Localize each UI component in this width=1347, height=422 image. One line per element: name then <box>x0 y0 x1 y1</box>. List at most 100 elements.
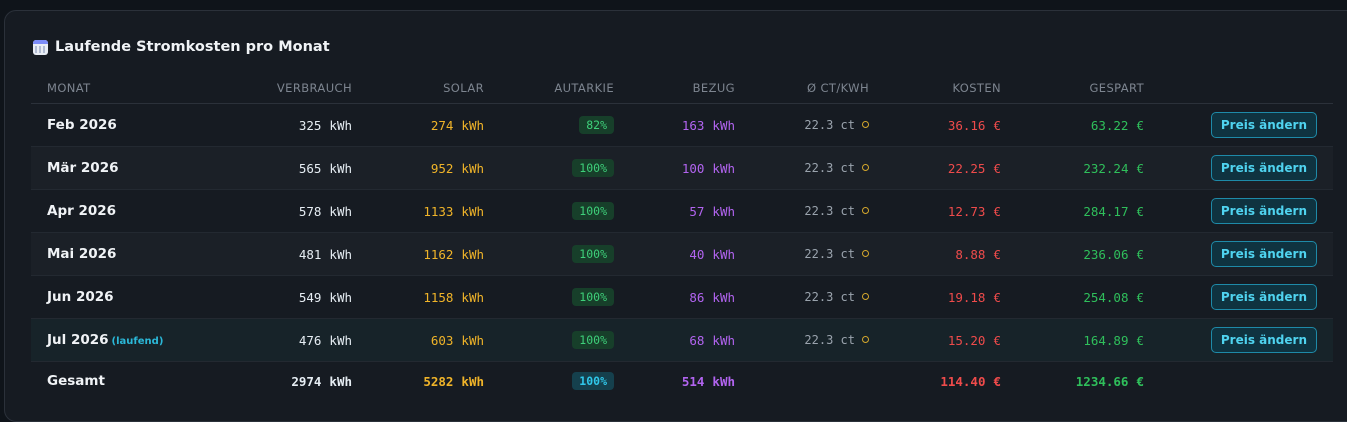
total-row: Gesamt 2974 kWh 5282 kWh 100% 514 kWh 114.4… <box>31 361 1333 400</box>
autarkie-cell: 100% <box>500 232 630 276</box>
change-price-button[interactable]: Preis ändern <box>1210 284 1317 310</box>
autarkie-cell: 100% <box>500 146 630 190</box>
actions-cell: Preis ändern <box>1160 189 1333 233</box>
total-autarkie: 100% <box>500 361 630 400</box>
autarkie-cell: 100% <box>500 189 630 233</box>
verbrauch-cell: 565 kWh <box>224 146 368 190</box>
col-header-verbrauch: VERBRAUCH <box>224 73 368 104</box>
gespart-cell: 164.89 € <box>1017 318 1160 362</box>
solar-cell: 1162 kWh <box>368 232 500 276</box>
kosten-cell: 22.25 € <box>885 146 1017 190</box>
total-verbrauch: 2974 kWh <box>224 361 368 400</box>
col-header-actions <box>1160 73 1333 104</box>
total-bezug: 514 kWh <box>630 361 751 400</box>
kosten-cell: 15.20 € <box>885 318 1017 362</box>
table-row: Apr 2026 578 kWh 1133 kWh 100% 57 kWh 22.3 ct 12.… <box>31 189 1333 233</box>
gespart-cell: 236.06 € <box>1017 232 1160 276</box>
bezug-cell: 86 kWh <box>630 275 751 319</box>
solar-cell: 1158 kWh <box>368 275 500 319</box>
autarkie-badge: 100% <box>572 288 614 306</box>
col-header-kosten: KOSTEN <box>885 73 1017 104</box>
solar-cell: 1133 kWh <box>368 189 500 233</box>
bezug-cell: 100 kWh <box>630 146 751 190</box>
autarkie-badge: 100% <box>572 202 614 220</box>
kosten-cell: 12.73 € <box>885 189 1017 233</box>
month-label: Jun 2026 <box>47 289 114 305</box>
change-price-button[interactable]: Preis ändern <box>1210 198 1317 224</box>
month-cell: Mär 2026 <box>31 146 224 190</box>
col-header-monat: MONAT <box>31 73 224 104</box>
month-label: Mai 2026 <box>47 246 117 262</box>
total-kosten: 114.40 € <box>885 361 1017 400</box>
change-price-button[interactable]: Preis ändern <box>1210 327 1317 353</box>
ct-kwh-cell: 22.3 ct <box>751 275 885 319</box>
month-cell: Mai 2026 <box>31 232 224 276</box>
col-header-gespart: GESPART <box>1017 73 1160 104</box>
total-solar: 5282 kWh <box>368 361 500 400</box>
kosten-cell: 36.16 € <box>885 103 1017 147</box>
table-row: Feb 2026 325 kWh 274 kWh 82% 163 kWh 22.3 ct 36.1… <box>31 103 1333 147</box>
actions-cell: Preis ändern <box>1160 232 1333 276</box>
price-indicator-icon <box>862 336 869 343</box>
autarkie-badge: 100% <box>572 159 614 177</box>
price-indicator-icon <box>862 207 869 214</box>
total-actions <box>1160 361 1333 400</box>
month-label: Feb 2026 <box>47 117 117 133</box>
total-label: Gesamt <box>31 361 224 400</box>
actions-cell: Preis ändern <box>1160 275 1333 319</box>
actions-cell: Preis ändern <box>1160 146 1333 190</box>
verbrauch-cell: 481 kWh <box>224 232 368 276</box>
actions-cell: Preis ändern <box>1160 103 1333 147</box>
gespart-cell: 232.24 € <box>1017 146 1160 190</box>
verbrauch-cell: 476 kWh <box>224 318 368 362</box>
solar-cell: 603 kWh <box>368 318 500 362</box>
gespart-cell: 284.17 € <box>1017 189 1160 233</box>
autarkie-cell: 82% <box>500 103 630 147</box>
col-header-bezug: BEZUG <box>630 73 751 104</box>
autarkie-badge: 100% <box>572 372 614 390</box>
panel-title-text: Laufende Stromkosten pro Monat <box>55 39 330 55</box>
table-row: Mär 2026 565 kWh 952 kWh 100% 100 kWh 22.3 ct 22.… <box>31 146 1333 190</box>
total-ct-kwh <box>751 361 885 400</box>
calendar-icon <box>33 39 48 55</box>
col-header-autarkie: AUTARKIE <box>500 73 630 104</box>
table-row: Jun 2026 549 kWh 1158 kWh 100% 86 kWh 22.3 ct 19.… <box>31 275 1333 319</box>
month-label: Apr 2026 <box>47 203 117 219</box>
table-row: Mai 2026 481 kWh 1162 kWh 100% 40 kWh 22.3 ct 8.8… <box>31 232 1333 276</box>
month-cell: Feb 2026 <box>31 103 224 147</box>
ct-kwh-cell: 22.3 ct <box>751 318 885 362</box>
total-gespart: 1234.66 € <box>1017 361 1160 400</box>
panel-title: Laufende Stromkosten pro Monat <box>33 37 330 57</box>
gespart-cell: 254.08 € <box>1017 275 1160 319</box>
price-indicator-icon <box>862 293 869 300</box>
table-row: Jul 2026 (laufend) 476 kWh 603 kWh 100% 68 kWh 22… <box>31 318 1333 362</box>
month-cell: Jul 2026 (laufend) <box>31 318 224 362</box>
bezug-cell: 40 kWh <box>630 232 751 276</box>
month-cell: Jun 2026 <box>31 275 224 319</box>
autarkie-badge: 82% <box>579 116 614 134</box>
change-price-button[interactable]: Preis ändern <box>1210 112 1317 138</box>
autarkie-cell: 100% <box>500 275 630 319</box>
price-indicator-icon <box>862 121 869 128</box>
autarkie-badge: 100% <box>572 245 614 263</box>
gespart-cell: 63.22 € <box>1017 103 1160 147</box>
kosten-cell: 19.18 € <box>885 275 1017 319</box>
ct-kwh-cell: 22.3 ct <box>751 146 885 190</box>
actions-cell: Preis ändern <box>1160 318 1333 362</box>
verbrauch-cell: 325 kWh <box>224 103 368 147</box>
ct-kwh-cell: 22.3 ct <box>751 103 885 147</box>
ct-kwh-cell: 22.3 ct <box>751 189 885 233</box>
price-indicator-icon <box>862 164 869 171</box>
change-price-button[interactable]: Preis ändern <box>1210 155 1317 181</box>
month-cell: Apr 2026 <box>31 189 224 233</box>
bezug-cell: 68 kWh <box>630 318 751 362</box>
autarkie-cell: 100% <box>500 318 630 362</box>
table-header-row: MONAT VERBRAUCH SOLAR AUTARKIE BEZUG Ø C… <box>31 73 1333 104</box>
change-price-button[interactable]: Preis ändern <box>1210 241 1317 267</box>
month-label: Mär 2026 <box>47 160 119 176</box>
verbrauch-cell: 578 kWh <box>224 189 368 233</box>
month-label: Jul 2026 <box>47 332 109 348</box>
solar-cell: 952 kWh <box>368 146 500 190</box>
bezug-cell: 57 kWh <box>630 189 751 233</box>
current-month-tag: (laufend) <box>111 336 164 347</box>
